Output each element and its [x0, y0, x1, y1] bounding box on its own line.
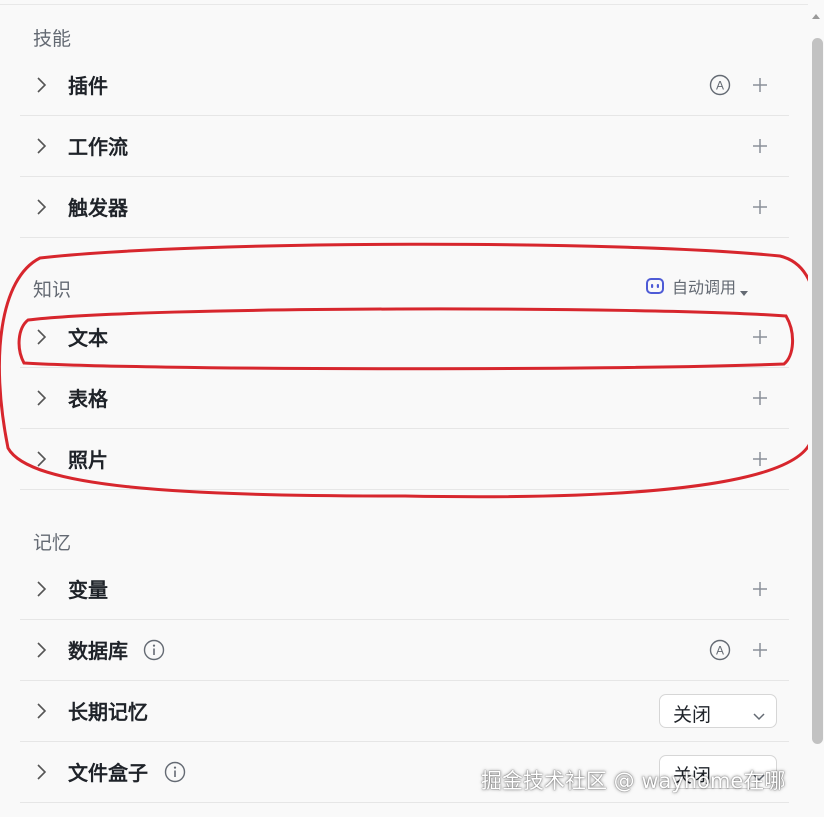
- chevron-right-icon[interactable]: [36, 198, 48, 216]
- section-title-memory: 记忆: [33, 532, 72, 554]
- chevron-right-icon[interactable]: [36, 389, 48, 407]
- info-icon[interactable]: [143, 639, 165, 661]
- row-label: 文本: [68, 326, 108, 350]
- plus-icon[interactable]: [749, 387, 771, 409]
- auto-badge-icon[interactable]: A: [709, 74, 731, 96]
- chevron-right-icon[interactable]: [36, 76, 48, 94]
- bot-config-panel: 技能 插件 A 工作流 触发器 知识 自动调用 文本 表格 照片 记忆 变量 数…: [0, 0, 821, 817]
- plus-icon[interactable]: [749, 135, 771, 157]
- plus-icon[interactable]: [749, 448, 771, 470]
- row-database[interactable]: 数据库 A: [20, 620, 789, 681]
- row-label: 变量: [68, 578, 108, 602]
- row-plugins[interactable]: 插件 A: [20, 55, 789, 116]
- row-label: 数据库: [68, 639, 128, 663]
- plus-icon[interactable]: [749, 578, 771, 600]
- row-label: 触发器: [68, 196, 128, 220]
- svg-text:A: A: [716, 644, 724, 658]
- auto-call-label: 自动调用: [672, 278, 737, 297]
- row-label: 长期记忆: [68, 700, 148, 724]
- scroll-up-arrow-icon[interactable]: [810, 8, 822, 20]
- caret-down-icon: [739, 282, 749, 296]
- chevron-right-icon[interactable]: [36, 328, 48, 346]
- long-term-memory-select[interactable]: 关闭: [659, 694, 777, 728]
- section-title-knowledge: 知识: [33, 279, 72, 301]
- top-divider: [0, 4, 808, 5]
- chevron-right-icon[interactable]: [36, 763, 48, 781]
- chevron-right-icon[interactable]: [36, 450, 48, 468]
- section-title-skills: 技能: [33, 28, 72, 50]
- row-label: 插件: [68, 74, 108, 98]
- chevron-right-icon[interactable]: [36, 137, 48, 155]
- row-variables[interactable]: 变量: [20, 559, 789, 620]
- select-value: 关闭: [673, 704, 712, 726]
- auto-call-dropdown[interactable]: 自动调用: [645, 274, 749, 298]
- svg-text:A: A: [716, 79, 724, 93]
- info-icon[interactable]: [164, 761, 186, 783]
- auto-badge-icon[interactable]: A: [709, 639, 731, 661]
- row-triggers[interactable]: 触发器: [20, 177, 789, 238]
- plus-icon[interactable]: [749, 196, 771, 218]
- row-label: 表格: [68, 387, 108, 411]
- row-label: 照片: [68, 448, 108, 472]
- plus-icon[interactable]: [749, 74, 771, 96]
- plus-icon[interactable]: [749, 639, 771, 661]
- scrollbar-thumb[interactable]: [812, 38, 823, 744]
- row-long-term-memory[interactable]: 长期记忆 关闭: [20, 681, 789, 742]
- chevron-right-icon[interactable]: [36, 580, 48, 598]
- row-photos[interactable]: 照片: [20, 429, 789, 490]
- robot-icon: [645, 276, 665, 296]
- plus-icon[interactable]: [749, 326, 771, 348]
- row-workflow[interactable]: 工作流: [20, 116, 789, 177]
- row-label: 工作流: [68, 135, 128, 159]
- row-text[interactable]: 文本: [20, 307, 789, 368]
- chevron-right-icon[interactable]: [36, 702, 48, 720]
- chevron-down-icon: [752, 706, 766, 721]
- watermark: 掘金技术社区 @ wayhome在哪: [481, 769, 786, 793]
- row-label: 文件盒子: [68, 761, 148, 785]
- chevron-right-icon[interactable]: [36, 641, 48, 659]
- row-table[interactable]: 表格: [20, 368, 789, 429]
